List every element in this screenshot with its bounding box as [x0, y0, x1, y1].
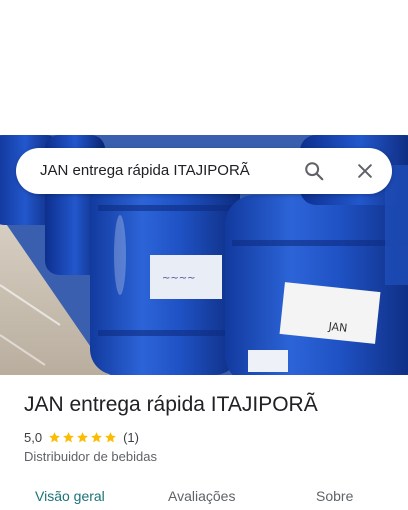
- rating-stars: [48, 431, 118, 444]
- rating-value: 5,0: [24, 429, 43, 445]
- star-icon: [77, 431, 88, 442]
- place-category: Distribuidor de bebidas: [24, 449, 157, 464]
- star-icon: [63, 431, 74, 442]
- star-icon: [105, 431, 116, 442]
- star-icon: [91, 431, 102, 442]
- search-icon[interactable]: [300, 157, 328, 185]
- tab-about[interactable]: Sobre: [316, 488, 353, 504]
- star-icon: [49, 431, 60, 442]
- place-title: JAN entrega rápida ITAJIPORÃ: [24, 393, 318, 416]
- close-icon[interactable]: [351, 157, 379, 185]
- tab-overview[interactable]: Visão geral: [35, 488, 105, 504]
- tab-reviews[interactable]: Avaliações: [168, 488, 235, 504]
- place-info-panel: JAN entrega rápida ITAJIPORÃ 5,0 (1) Dis…: [0, 375, 408, 510]
- search-bar[interactable]: JAN entrega rápida ITAJIPORÃ: [16, 148, 392, 194]
- place-tabs: Visão geral Avaliações Sobre: [0, 480, 408, 510]
- search-query-text[interactable]: JAN entrega rápida ITAJIPORÃ: [40, 162, 250, 179]
- rating-row[interactable]: 5,0 (1): [24, 428, 139, 446]
- review-count[interactable]: (1): [123, 430, 139, 445]
- map-area: [0, 0, 408, 135]
- svg-text:~~~~: ~~~~: [162, 273, 196, 284]
- svg-text:JAN: JAN: [327, 320, 348, 335]
